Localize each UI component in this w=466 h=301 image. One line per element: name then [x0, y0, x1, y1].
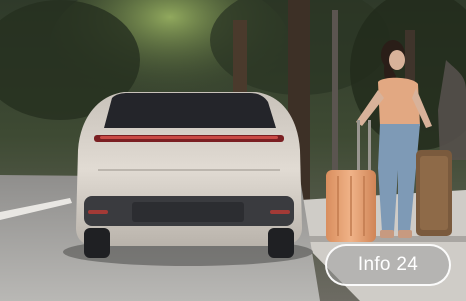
info-badge[interactable]: Info 24 [325, 244, 451, 286]
photo-frame: Info 24 [0, 0, 466, 301]
